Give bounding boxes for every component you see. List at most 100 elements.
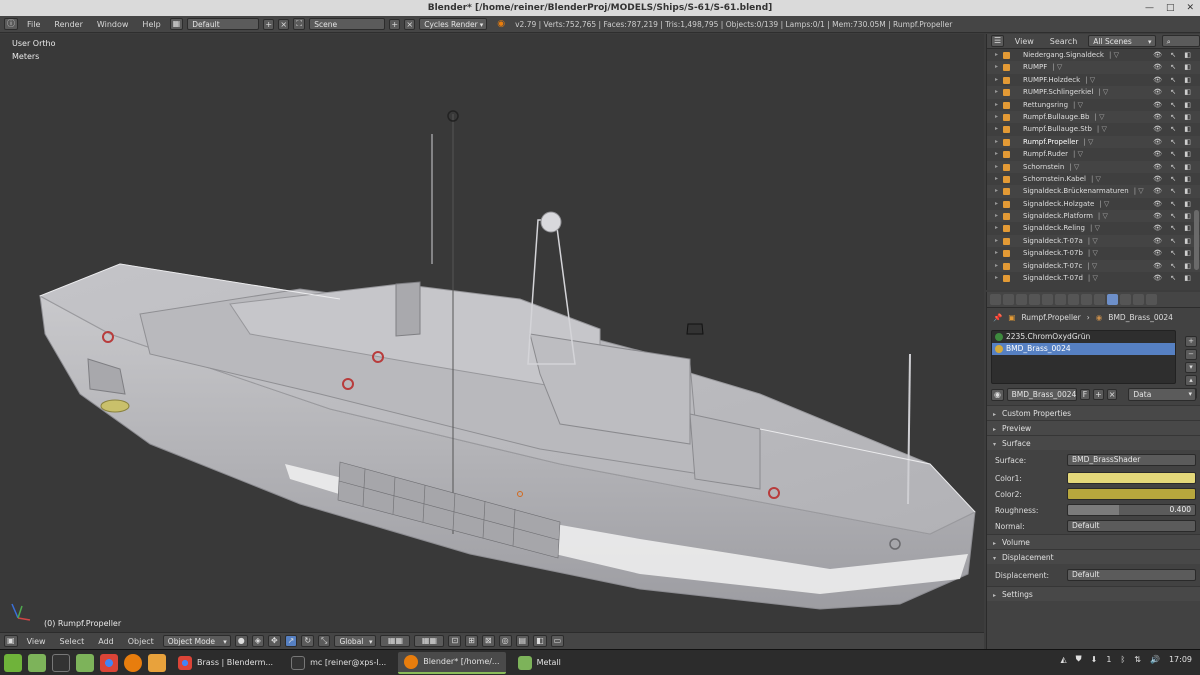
tab-particles-icon[interactable] — [1133, 294, 1144, 305]
menu-render[interactable]: Render — [49, 18, 87, 31]
move-slot-up-button[interactable]: ▴ — [1185, 375, 1197, 386]
panel-custom-properties[interactable]: ▸ Custom Properties — [987, 405, 1200, 420]
editor-type-icon[interactable]: ⓘ — [4, 18, 18, 30]
unlink-material-button[interactable]: × — [1106, 389, 1118, 400]
tab-modifiers-icon[interactable] — [1081, 294, 1092, 305]
material-slot-selected[interactable]: BMD_Brass_0024 — [992, 343, 1175, 355]
outliner-row[interactable]: ▸ Signaldeck.Reling | ▽ 👁 ↖ ◧ — [987, 222, 1200, 234]
proportional-edit-icon[interactable]: ◎ — [498, 635, 512, 647]
add-layout-button[interactable]: + — [263, 18, 275, 30]
panel-preview[interactable]: ▸ Preview — [987, 420, 1200, 435]
layout-field[interactable]: Default — [187, 18, 260, 30]
3d-view-editor-icon[interactable]: ▣ — [4, 635, 18, 647]
menu-add[interactable]: Add — [93, 635, 119, 648]
orientation-dropdown[interactable]: Global — [334, 635, 377, 648]
snap-target-icon[interactable]: ⊠ — [481, 635, 495, 647]
3d-viewport[interactable]: User Ortho Meters (0) Rumpf.Propeller — [0, 34, 984, 632]
render-engine-dropdown[interactable]: Cycles Render — [419, 18, 488, 31]
tab-world-icon[interactable] — [1042, 294, 1053, 305]
app-launcher-icon[interactable] — [148, 653, 166, 672]
outliner[interactable]: ☰ View Search All Scenes ⌕ ▸Niedergang.S… — [986, 34, 1200, 290]
outliner-row[interactable]: ▸ Signaldeck.T-07b | ▽ 👁 ↖ ◧ — [987, 247, 1200, 259]
bluetooth-icon[interactable]: ᛒ — [1120, 655, 1125, 664]
outliner-row[interactable]: ▸ Signaldeck.T-07a | ▽ 👁 ↖ ◧ — [987, 234, 1200, 248]
normal-field[interactable]: Default — [1067, 520, 1196, 532]
fake-user-button[interactable]: F — [1079, 389, 1091, 400]
outliner-scrollbar[interactable] — [1194, 210, 1199, 270]
render-preview-icon[interactable]: ◧ — [533, 635, 547, 647]
layers-icon[interactable]: ▦▦ — [380, 635, 411, 647]
surface-shader-field[interactable]: BMD_BrassShader — [1067, 454, 1196, 466]
new-material-button[interactable]: + — [1093, 389, 1104, 400]
close-icon[interactable]: ✕ — [1186, 0, 1194, 16]
outliner-row[interactable]: ▸ Rettungsring | ▽ 👁 ↖ ◧ — [987, 99, 1200, 111]
outliner-menu-view[interactable]: View — [1010, 35, 1039, 48]
displacement-field[interactable]: Default — [1067, 569, 1196, 581]
manipulator-icon[interactable]: ✥ — [267, 635, 281, 647]
task-blender[interactable]: Blender* [/home/... — [398, 651, 506, 674]
outliner-row[interactable]: ▸ Signaldeck.T-07d | ▽ 👁 ↖ ◧ — [987, 272, 1200, 284]
tab-physics-icon[interactable] — [1146, 294, 1157, 305]
properties-editor[interactable]: 📌 ▣ Rumpf.Propeller › ◉ BMD_Brass_0024 2… — [986, 292, 1200, 649]
shading-icon[interactable]: ● — [234, 635, 248, 647]
network-status-icon[interactable]: ⇅ — [1134, 655, 1141, 664]
outliner-menu-search[interactable]: Search — [1045, 35, 1082, 48]
menu-window[interactable]: Window — [92, 18, 134, 31]
scene-icon[interactable]: ⛶ — [293, 18, 306, 30]
panel-surface[interactable]: ▾ Surface — [987, 435, 1200, 450]
link-dropdown[interactable]: Data — [1128, 388, 1196, 401]
outliner-row[interactable]: ▸ Signaldeck.T-07c | ▽ 👁 ↖ ◧ — [987, 259, 1200, 273]
scale-icon[interactable]: ⤡ — [318, 635, 331, 647]
update-icon[interactable]: ⬇ — [1091, 655, 1098, 664]
layout-icon[interactable]: ▦ — [169, 18, 184, 30]
pivot-icon[interactable]: ◈ — [251, 635, 264, 647]
ship-model[interactable] — [0, 34, 984, 632]
outliner-row[interactable]: ▸ RUMPF | ▽ 👁 ↖ ◧ — [987, 61, 1200, 74]
remove-slot-button[interactable]: − — [1185, 349, 1197, 360]
outliner-row[interactable]: ▸ Rumpf.Bullauge.Bb | ▽ 👁 ↖ ◧ — [987, 110, 1200, 124]
outliner-row[interactable]: ▸ Rumpf.Bullauge.Stb | ▽ 👁 ↖ ◧ — [987, 123, 1200, 135]
material-slot-list[interactable]: 2235.ChromOxydGrün BMD_Brass_0024 — [991, 330, 1176, 384]
menu-object[interactable]: Object — [123, 635, 159, 648]
outliner-row[interactable]: ▸ Signaldeck.Brückenarmaturen | ▽ 👁 ↖ ◧ — [987, 185, 1200, 198]
shield-icon[interactable]: ⛊ — [1076, 654, 1082, 664]
outliner-display-dropdown[interactable]: All Scenes — [1088, 35, 1156, 48]
outliner-row-selected[interactable]: ▸ Rumpf.Propeller | ▽ 👁 ↖ ◧ — [987, 135, 1200, 149]
lock-layers-icon[interactable]: ⊡ — [448, 635, 462, 647]
tab-material-icon[interactable] — [1107, 294, 1118, 305]
menu-view[interactable]: View — [22, 635, 51, 648]
outliner-row[interactable]: ▸ RUMPF.Holzdeck | ▽ 👁 ↖ ◧ — [987, 74, 1200, 86]
minimize-icon[interactable]: — — [1145, 0, 1154, 16]
add-slot-button[interactable]: + — [1185, 336, 1197, 347]
add-scene-button[interactable]: + — [389, 18, 401, 30]
slot-specials-button[interactable]: ▾ — [1185, 362, 1197, 373]
tab-texture-icon[interactable] — [1120, 294, 1131, 305]
outliner-row[interactable]: ▸ Schornstein.Kabel | ▽ 👁 ↖ ◧ — [987, 173, 1200, 185]
translate-icon[interactable]: ↗ — [284, 635, 298, 647]
opengl-render-icon[interactable]: ▭ — [550, 635, 565, 647]
roughness-slider[interactable]: 0.400 — [1067, 504, 1196, 516]
menu-file[interactable]: File — [22, 18, 45, 31]
material-browse-icon[interactable]: ◉ — [991, 388, 1004, 401]
chrome-icon[interactable] — [100, 653, 118, 672]
tab-scene-icon[interactable] — [1029, 294, 1040, 305]
task-chrome[interactable]: Brass | Blenderm... — [172, 652, 279, 674]
outliner-search-input[interactable]: ⌕ — [1161, 35, 1200, 47]
snap-icon[interactable]: ⊞ — [465, 635, 478, 647]
tab-object-icon[interactable] — [1055, 294, 1066, 305]
remove-layout-button[interactable]: × — [278, 18, 290, 30]
tab-layers-icon[interactable] — [1016, 294, 1027, 305]
outliner-row[interactable]: ▸ Niedergang.Signaldeck | ▽ 👁 ↖ ◧ — [987, 49, 1200, 61]
tab-constraints-icon[interactable] — [1068, 294, 1079, 305]
tab-data-icon[interactable] — [1094, 294, 1105, 305]
panel-volume[interactable]: ▸ Volume — [987, 534, 1200, 549]
remove-scene-button[interactable]: × — [404, 18, 416, 30]
outliner-row[interactable]: ▸ RUMPF.Schlingerkiel | ▽ 👁 ↖ ◧ — [987, 86, 1200, 99]
terminal-icon[interactable] — [52, 653, 70, 672]
mode-dropdown[interactable]: Object Mode — [162, 635, 231, 648]
outliner-editor-icon[interactable]: ☰ — [991, 35, 1004, 47]
outliner-row[interactable]: ▸ Signaldeck.Holzgate | ▽ 👁 ↖ ◧ — [987, 198, 1200, 210]
panel-displacement[interactable]: ▾ Displacement — [987, 549, 1200, 564]
snap-element-icon[interactable]: ▤ — [515, 635, 530, 647]
material-name-field[interactable]: BMD_Brass_0024 — [1006, 388, 1077, 401]
